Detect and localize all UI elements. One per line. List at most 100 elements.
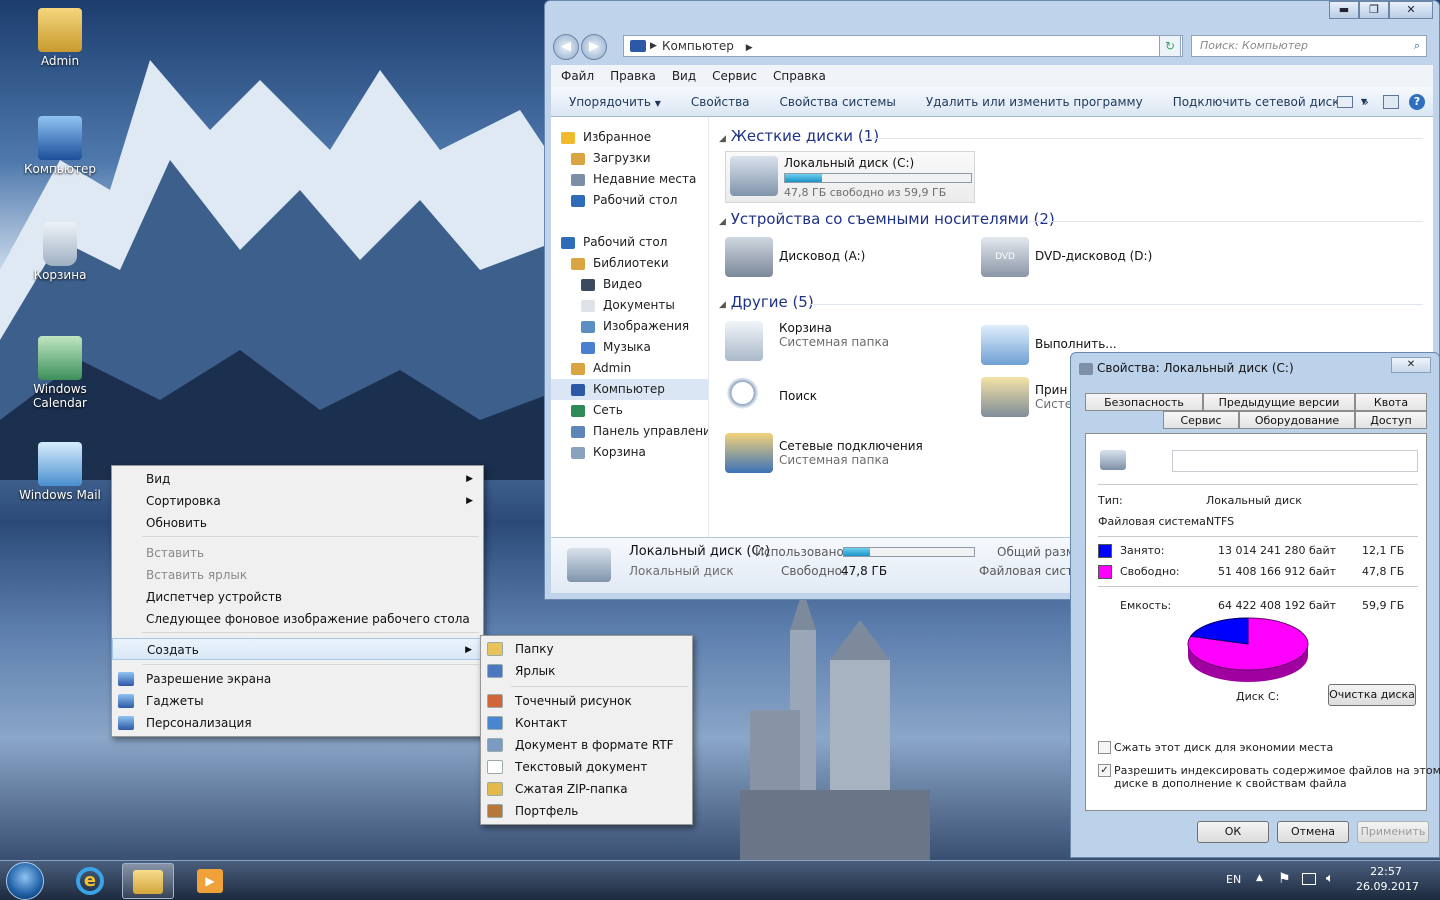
context-menu-item[interactable]: Гаджеты bbox=[112, 690, 483, 712]
clock[interactable]: 22:57 26.09.2017 bbox=[1356, 865, 1419, 893]
tab-previous-versions[interactable]: Предыдущие версии bbox=[1203, 393, 1355, 411]
view-options-icon[interactable] bbox=[1337, 96, 1353, 108]
create-submenu-item[interactable]: Контакт bbox=[481, 712, 692, 734]
close-button[interactable]: ✕ bbox=[1389, 1, 1433, 19]
computer-icon bbox=[38, 116, 82, 160]
search-item[interactable]: Поиск bbox=[725, 377, 817, 417]
create-submenu-item[interactable]: Ярлык bbox=[481, 660, 692, 682]
minimize-button[interactable]: ▬ bbox=[1329, 1, 1359, 19]
tab-quota[interactable]: Квота bbox=[1355, 393, 1427, 411]
context-menu-item[interactable]: Обновить bbox=[112, 512, 483, 534]
tab-sharing[interactable]: Доступ bbox=[1355, 411, 1427, 429]
taskbar-media-button[interactable]: ▶ bbox=[184, 863, 236, 899]
disk-cleanup-button[interactable]: Очистка диска bbox=[1328, 684, 1416, 706]
nav-item-control-panel[interactable]: Панель управления bbox=[551, 421, 708, 442]
nav-item-computer[interactable]: Компьютер bbox=[551, 379, 708, 400]
cancel-button[interactable]: Отмена bbox=[1277, 821, 1349, 843]
refresh-button[interactable]: ↻ bbox=[1159, 35, 1181, 57]
nav-item-user-folder[interactable]: Admin bbox=[551, 358, 708, 379]
menu-help[interactable]: Справка bbox=[773, 65, 826, 87]
nav-item-libraries[interactable]: Библиотеки bbox=[551, 253, 708, 274]
language-indicator[interactable]: EN bbox=[1226, 873, 1241, 886]
context-menu-item[interactable]: Диспетчер устройств bbox=[112, 586, 483, 608]
context-menu-item[interactable]: Вставить ярлык bbox=[112, 564, 483, 586]
nav-item-network[interactable]: Сеть bbox=[551, 400, 708, 421]
printers-item[interactable]: Прин Систе bbox=[981, 377, 1072, 417]
recycle-bin-item[interactable]: Корзина Системная папка bbox=[725, 321, 889, 361]
context-menu-item[interactable]: Вставить bbox=[112, 542, 483, 564]
forward-button[interactable]: ▶ bbox=[581, 34, 607, 60]
nav-item-music[interactable]: Музыка bbox=[551, 337, 708, 358]
taskbar-ie-button[interactable]: e bbox=[64, 863, 116, 899]
computer-icon bbox=[571, 383, 585, 396]
create-submenu-item[interactable]: Текстовый документ bbox=[481, 756, 692, 778]
desktop-icon-admin[interactable]: Admin bbox=[10, 8, 110, 68]
group-hard-drives[interactable]: ◢ Жесткие диски (1) bbox=[719, 127, 879, 145]
collapse-arrow-icon: ◢ bbox=[719, 217, 726, 227]
chevron-down-icon[interactable]: ▼ bbox=[1361, 87, 1367, 117]
desktop-icon-recycle-bin[interactable]: Корзина bbox=[10, 222, 110, 282]
address-bar[interactable]: ▶ Компьютер ▶ ▼ bbox=[623, 35, 1183, 57]
organize-button[interactable]: Упорядочить ▼ bbox=[569, 87, 661, 116]
tab-hardware[interactable]: Оборудование bbox=[1239, 411, 1355, 429]
properties-button[interactable]: Свойства bbox=[691, 87, 750, 116]
drive-c-tile[interactable]: Локальный диск (C:) 47,8 ГБ свободно из … bbox=[725, 151, 975, 203]
help-icon[interactable]: ? bbox=[1409, 94, 1425, 110]
drive-d-tile[interactable]: DVD DVD-дисковод (D:) bbox=[981, 237, 1152, 277]
desktop-icon-calendar[interactable]: Windows Calendar bbox=[10, 336, 110, 410]
map-network-drive-button[interactable]: Подключить сетевой диск bbox=[1173, 87, 1340, 116]
nav-item-images[interactable]: Изображения bbox=[551, 316, 708, 337]
tab-security[interactable]: Безопасность bbox=[1085, 393, 1203, 411]
drive-label-input[interactable] bbox=[1172, 450, 1418, 472]
desktop-icon-computer[interactable]: Компьютер bbox=[10, 116, 110, 176]
system-properties-button[interactable]: Свойства системы bbox=[780, 87, 896, 116]
search-input[interactable]: Поиск: Компьютер ⌕ bbox=[1191, 35, 1427, 57]
context-menu-item[interactable]: Персонализация bbox=[112, 712, 483, 734]
nav-item-video[interactable]: Видео bbox=[551, 274, 708, 295]
compress-checkbox[interactable] bbox=[1098, 741, 1111, 754]
network-icon[interactable] bbox=[1302, 873, 1316, 885]
group-other[interactable]: ◢ Другие (5) bbox=[719, 293, 814, 311]
menu-view[interactable]: Вид bbox=[672, 65, 696, 87]
nav-item-recycle-bin[interactable]: Корзина bbox=[551, 442, 708, 463]
taskbar-explorer-button[interactable] bbox=[122, 863, 174, 899]
context-menu-item[interactable]: Вид ▶ bbox=[112, 468, 483, 490]
apply-button[interactable]: Применить bbox=[1357, 821, 1429, 843]
group-removable[interactable]: ◢ Устройства со съемными носителями (2) bbox=[719, 210, 1055, 228]
create-submenu-item[interactable]: Сжатая ZIP-папка bbox=[481, 778, 692, 800]
nav-item-downloads[interactable]: Загрузки bbox=[551, 148, 708, 169]
create-submenu-item[interactable]: Портфель bbox=[481, 800, 692, 822]
volume-icon[interactable]: 🔈︎ bbox=[1326, 871, 1334, 886]
ok-button[interactable]: ОК bbox=[1197, 821, 1269, 843]
menu-edit[interactable]: Правка bbox=[610, 65, 656, 87]
drive-a-tile[interactable]: Дисковод (A:) bbox=[725, 237, 865, 277]
index-checkbox[interactable]: ✓ bbox=[1098, 764, 1111, 777]
create-submenu-item[interactable]: Точечный рисунок bbox=[481, 690, 692, 712]
create-submenu-item[interactable]: Папку bbox=[481, 638, 692, 660]
maximize-button[interactable]: ❐ bbox=[1359, 1, 1389, 19]
start-button[interactable] bbox=[6, 862, 44, 900]
preview-pane-icon[interactable] bbox=[1383, 95, 1399, 109]
hard-drive-icon bbox=[730, 156, 778, 196]
nav-item-documents[interactable]: Документы bbox=[551, 295, 708, 316]
menu-tools[interactable]: Сервис bbox=[712, 65, 757, 87]
create-submenu-item[interactable]: Документ в формате RTF bbox=[481, 734, 692, 756]
uninstall-program-button[interactable]: Удалить или изменить программу bbox=[926, 87, 1143, 116]
nav-item-recent-places[interactable]: Недавние места bbox=[551, 169, 708, 190]
context-menu-item[interactable]: Следующее фоновое изображение рабочего с… bbox=[112, 608, 483, 630]
context-menu-item[interactable]: Сортировка ▶ bbox=[112, 490, 483, 512]
dialog-close-button[interactable]: ✕ bbox=[1391, 357, 1431, 373]
context-menu-item[interactable]: Разрешение экрана bbox=[112, 668, 483, 690]
flag-icon[interactable]: ⚑ bbox=[1278, 871, 1291, 887]
network-connections-item[interactable]: Сетевые подключения Системная папка bbox=[725, 433, 923, 473]
back-button[interactable]: ◀ bbox=[553, 34, 579, 60]
nav-item-desktop[interactable]: Рабочий стол bbox=[551, 232, 708, 253]
tab-service[interactable]: Сервис bbox=[1163, 411, 1239, 429]
explorer-titlebar[interactable]: ▬ ❐ ✕ bbox=[545, 1, 1439, 25]
context-menu-item[interactable]: Создать ▶ bbox=[112, 638, 483, 660]
show-hidden-icon[interactable]: ▲ bbox=[1256, 873, 1263, 883]
menu-file[interactable]: Файл bbox=[561, 65, 594, 87]
desktop-icon-mail[interactable]: Windows Mail bbox=[10, 442, 110, 502]
nav-item-star[interactable]: Избранное bbox=[551, 127, 708, 148]
nav-item-desktop[interactable]: Рабочий стол bbox=[551, 190, 708, 211]
